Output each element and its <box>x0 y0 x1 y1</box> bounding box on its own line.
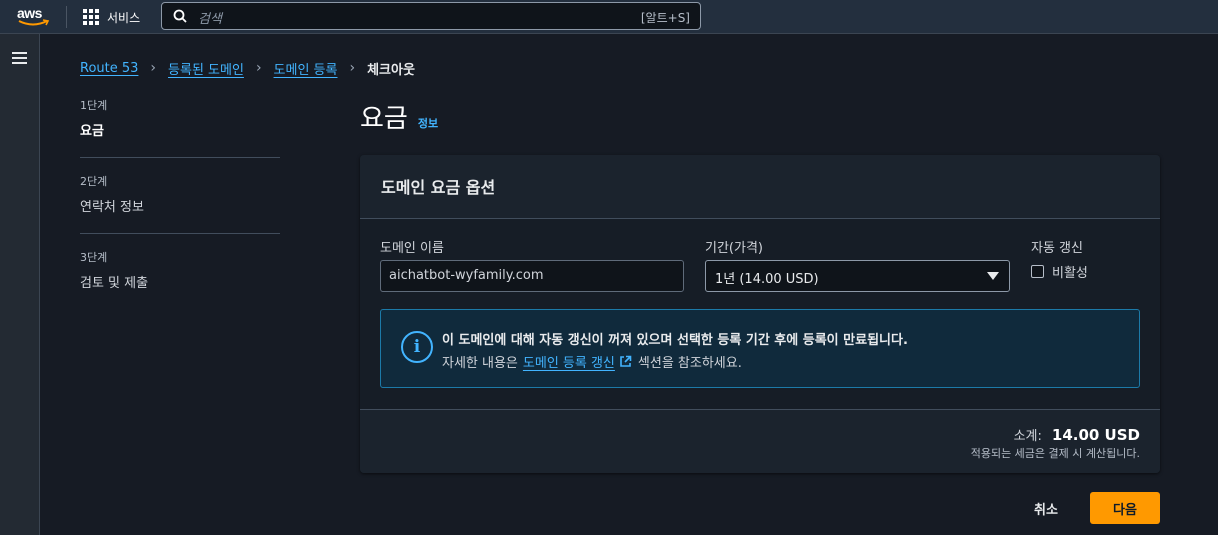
external-link-icon[interactable] <box>619 355 632 368</box>
services-label: 서비스 <box>107 10 141 25</box>
breadcrumb: Route 53 › 등록된 도메인 › 도메인 등록 › 체크아웃 <box>80 58 415 78</box>
page-header: 요금 정보 <box>360 98 438 135</box>
period-selected-value: 1년 (14.00 USD) <box>715 272 819 287</box>
tax-note: 적용되는 세금은 결제 시 계산됩니다. <box>970 447 1140 460</box>
alert-detail-suffix: 섹션을 참조하세요. <box>637 356 742 371</box>
hamburger-menu-icon[interactable] <box>12 52 27 64</box>
aws-smile-icon <box>18 19 50 26</box>
alert-detail: 자세한 내용은 도메인 등록 갱신 섹션을 참조하세요. <box>442 352 742 371</box>
period-label: 기간(가격) <box>705 241 763 256</box>
step-3: 3단계 검토 및 제출 <box>80 250 280 309</box>
step-number: 1단계 <box>80 99 108 112</box>
info-alert: i 이 도메인에 대해 자동 갱신이 꺼져 있으며 선택한 등록 기간 후에 등… <box>380 309 1140 388</box>
step-title: 요금 <box>80 124 104 139</box>
nav-divider <box>66 6 67 28</box>
next-button[interactable]: 다음 <box>1090 492 1160 524</box>
aws-logo[interactable]: aws <box>17 5 51 29</box>
step-title: 연락처 정보 <box>80 200 144 215</box>
top-navigation: aws 서비스 검색 [알트+S] <box>0 0 1218 34</box>
info-link[interactable]: 정보 <box>418 115 438 131</box>
auto-renew-checkbox[interactable] <box>1031 265 1044 278</box>
chevron-right-icon: › <box>349 60 356 76</box>
domain-name-field[interactable]: aichatbot-wyfamily.com <box>380 260 684 292</box>
breadcrumb-registered-domains[interactable]: 등록된 도메인 <box>168 59 244 78</box>
search-shortcut: [알트+S] <box>640 11 690 25</box>
panel-body: 도메인 이름 aichatbot-wyfamily.com 기간(가격) 1년 … <box>360 219 1160 409</box>
breadcrumb-current: 체크아웃 <box>367 62 415 78</box>
page-title: 요금 <box>360 104 408 134</box>
search-input[interactable]: 검색 [알트+S] <box>161 2 701 30</box>
step-number: 2단계 <box>80 175 108 188</box>
subtotal-label: 소계: <box>1013 429 1042 444</box>
services-button[interactable]: 서비스 <box>83 7 140 27</box>
panel-header: 도메인 요금 옵션 <box>360 155 1160 219</box>
alert-detail-prefix: 자세한 내용은 <box>442 356 518 371</box>
alert-message: 이 도메인에 대해 자동 갱신이 꺼져 있으며 선택한 등록 기간 후에 등록이… <box>442 333 908 348</box>
search-placeholder: 검색 <box>198 12 222 27</box>
apps-grid-icon <box>83 9 99 25</box>
step-2: 2단계 연락처 정보 <box>80 174 280 234</box>
side-navigation-rail <box>0 34 40 535</box>
domain-name-label: 도메인 이름 <box>380 241 444 256</box>
subtotal-value: 14.00 USD <box>1051 426 1140 444</box>
chevron-right-icon: › <box>150 60 157 76</box>
auto-renew-checkbox-label[interactable]: 비활성 <box>1052 262 1088 281</box>
caret-down-icon <box>987 272 999 280</box>
period-select[interactable]: 1년 (14.00 USD) <box>705 260 1010 292</box>
subtotal: 소계: 14.00 USD <box>1014 425 1140 444</box>
panel-footer: 소계: 14.00 USD 적용되는 세금은 결제 시 계산됩니다. <box>360 409 1160 473</box>
auto-renew-label: 자동 갱신 <box>1031 241 1083 256</box>
breadcrumb-register-domain[interactable]: 도메인 등록 <box>274 59 338 78</box>
wizard-steps: 1단계 요금 2단계 연락처 정보 3단계 검토 및 제출 <box>80 98 280 325</box>
step-title: 검토 및 제출 <box>80 276 149 291</box>
panel-title: 도메인 요금 옵션 <box>381 178 496 197</box>
info-circle-icon: i <box>401 331 433 363</box>
renew-domain-link[interactable]: 도메인 등록 갱신 <box>523 352 615 371</box>
domain-pricing-panel: 도메인 요금 옵션 도메인 이름 aichatbot-wyfamily.com … <box>360 155 1160 473</box>
step-1: 1단계 요금 <box>80 98 280 158</box>
breadcrumb-route53[interactable]: Route 53 <box>80 61 138 76</box>
search-icon <box>173 9 187 23</box>
cancel-button[interactable]: 취소 <box>1020 492 1072 524</box>
step-number: 3단계 <box>80 251 108 264</box>
chevron-right-icon: › <box>255 60 262 76</box>
